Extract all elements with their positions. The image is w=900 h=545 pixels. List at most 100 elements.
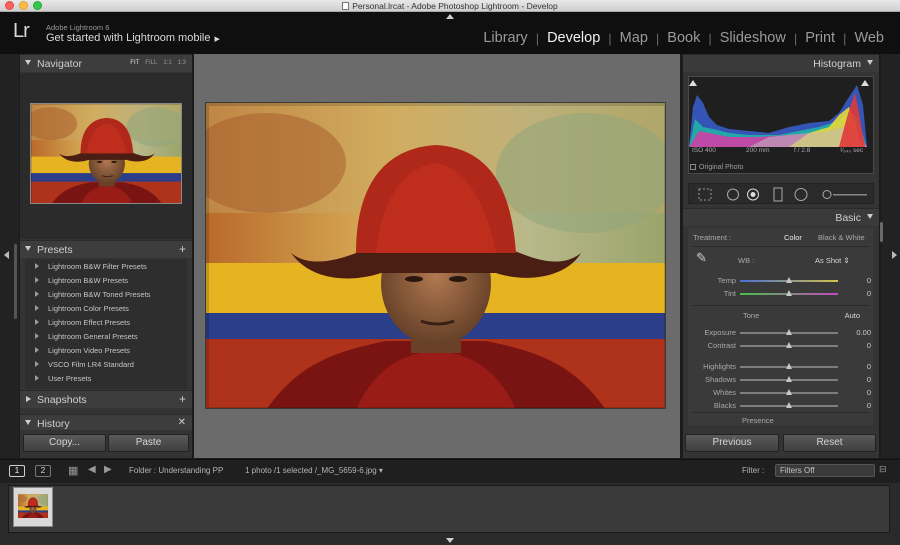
basic-header[interactable]: Basic xyxy=(683,208,879,226)
zoom-1-1[interactable]: 1:1 xyxy=(163,60,171,66)
folder-triangle-icon xyxy=(35,291,39,297)
module-slideshow[interactable]: Slideshow xyxy=(712,30,794,46)
navigator-preview[interactable] xyxy=(20,73,192,239)
eyedropper-icon[interactable]: ✎ xyxy=(696,250,707,266)
zoom-fit[interactable]: FIT xyxy=(130,60,139,66)
preset-folder[interactable]: User Presets xyxy=(25,372,187,386)
collapse-right-panel-icon[interactable] xyxy=(892,251,897,259)
previous-button[interactable]: Previous xyxy=(685,434,779,452)
module-develop[interactable]: Develop xyxy=(539,30,608,46)
slider-shadows[interactable]: Shadows 0 xyxy=(688,375,874,385)
tint-slider[interactable]: Tint 0 xyxy=(688,289,874,299)
disclosure-triangle-icon xyxy=(25,60,31,65)
slider-thumb[interactable] xyxy=(786,329,792,335)
preset-folder[interactable]: Lightroom Video Presets xyxy=(25,344,187,358)
preset-folder[interactable]: Lightroom B&W Presets xyxy=(25,274,187,288)
temp-track[interactable] xyxy=(740,277,838,283)
copy-settings-button[interactable]: Copy... xyxy=(23,434,106,452)
left-panel: Navigator FIT FILL 1:1 1:3 Presets + Lig… xyxy=(20,54,192,458)
module-picker: Library | Develop | Map | Book | Slideshow | … xyxy=(475,30,892,46)
module-map[interactable]: Map xyxy=(612,30,656,46)
play-icon: ▶ xyxy=(214,36,220,43)
slider-whites[interactable]: Whites 0 xyxy=(688,388,874,398)
slider-thumb[interactable] xyxy=(786,389,792,395)
slider-track[interactable] xyxy=(740,363,838,369)
snapshots-header[interactable]: Snapshots + xyxy=(20,390,192,408)
slider-thumb[interactable] xyxy=(786,290,792,296)
preset-folder[interactable]: Lightroom General Presets xyxy=(25,330,187,344)
preset-folder[interactable]: Lightroom Effect Presets xyxy=(25,316,187,330)
wb-dropdown[interactable]: As Shot ⇕ xyxy=(815,256,850,265)
preset-folder[interactable]: VSCO Film LR4 Standard xyxy=(25,358,187,372)
secondary-window-toggle[interactable]: 2 xyxy=(35,465,51,477)
slider-track[interactable] xyxy=(740,329,838,335)
navigator-header[interactable]: Navigator FIT FILL 1:1 1:3 xyxy=(20,54,192,72)
folder-triangle-icon xyxy=(35,305,39,311)
auto-tone-button[interactable]: Auto xyxy=(845,311,860,320)
monk-portrait-image xyxy=(206,103,666,409)
treatment-black-white[interactable]: Black & White xyxy=(818,233,865,242)
folder-source[interactable]: Folder : Understanding PP xyxy=(129,466,223,475)
slider-thumb[interactable] xyxy=(786,402,792,408)
slider-blacks[interactable]: Blacks 0 xyxy=(688,401,874,411)
selection-info[interactable]: 1 photo /1 selected /_MG_5659-6.jpg ▾ xyxy=(245,466,383,475)
filmstrip xyxy=(0,483,900,545)
paste-settings-button[interactable]: Paste xyxy=(108,434,189,452)
slider-thumb[interactable] xyxy=(786,342,792,348)
slider-track[interactable] xyxy=(740,389,838,395)
navigator-thumbnail[interactable] xyxy=(30,103,182,204)
temp-slider[interactable]: Temp 0 xyxy=(688,276,874,286)
add-preset-icon[interactable]: + xyxy=(179,242,186,256)
slider-track[interactable] xyxy=(740,376,838,382)
presets-header[interactable]: Presets + xyxy=(20,240,192,258)
left-panel-scrollbar[interactable] xyxy=(14,244,17,319)
slider-thumb[interactable] xyxy=(786,363,792,369)
grid-icon[interactable]: ▦ xyxy=(68,464,78,477)
top-panel-toggle-icon[interactable] xyxy=(446,14,454,19)
bottom-panel-toggle-icon[interactable] xyxy=(446,538,454,543)
original-photo-checkbox[interactable]: Original Photo xyxy=(690,164,743,171)
preset-folder[interactable]: Lightroom B&W Toned Presets xyxy=(25,288,187,302)
reset-button[interactable]: Reset xyxy=(783,434,876,452)
zoom-1-3[interactable]: 1:3 xyxy=(178,60,186,66)
filter-dropdown[interactable]: Filters Off xyxy=(775,464,875,477)
history-header[interactable]: History ✕ xyxy=(20,414,192,430)
slider-track[interactable] xyxy=(740,402,838,408)
filmstrip-toolbar: 1 2 ▦ ◀ ▶ Folder : Understanding PP 1 ph… xyxy=(0,459,900,483)
histogram-graph[interactable] xyxy=(688,76,874,174)
forward-arrow-icon[interactable]: ▶ xyxy=(104,464,112,475)
slider-track[interactable] xyxy=(740,342,838,348)
main-photo[interactable] xyxy=(205,102,666,409)
slider-exposure[interactable]: Exposure 0.00 xyxy=(688,328,874,338)
main-window-toggle[interactable]: 1 xyxy=(9,465,25,477)
filter-lock-icon[interactable]: ⊟ xyxy=(879,464,887,475)
disclosure-triangle-icon xyxy=(25,246,31,251)
collapse-left-panel-icon[interactable] xyxy=(4,251,9,259)
filmstrip-thumbnail[interactable] xyxy=(13,487,53,527)
folder-triangle-icon xyxy=(35,347,39,353)
module-book[interactable]: Book xyxy=(659,30,708,46)
slider-highlights[interactable]: Highlights 0 xyxy=(688,362,874,372)
tint-track[interactable] xyxy=(740,290,838,296)
add-snapshot-icon[interactable]: + xyxy=(179,392,186,406)
preset-folder[interactable]: Lightroom Color Presets xyxy=(25,302,187,316)
histogram-plot xyxy=(689,80,869,147)
folder-triangle-icon xyxy=(35,319,39,325)
slider-thumb[interactable] xyxy=(786,277,792,283)
clear-history-icon[interactable]: ✕ xyxy=(178,417,186,428)
module-library[interactable]: Library xyxy=(475,30,535,46)
window-title: Personal.lrcat - Adobe Photoshop Lightro… xyxy=(0,1,900,11)
module-web[interactable]: Web xyxy=(846,30,892,46)
slider-thumb[interactable] xyxy=(786,376,792,382)
preset-folder[interactable]: Lightroom B&W Filter Presets xyxy=(25,260,187,274)
histogram-header[interactable]: Histogram xyxy=(683,54,879,72)
right-panel-edge xyxy=(881,54,900,458)
disclosure-triangle-icon xyxy=(26,396,31,402)
module-print[interactable]: Print xyxy=(797,30,843,46)
zoom-fill[interactable]: FILL xyxy=(145,60,157,66)
treatment-color[interactable]: Color xyxy=(784,233,802,242)
lightroom-mobile-link[interactable]: Get started with Lightroom mobile ▶ xyxy=(46,32,220,44)
back-arrow-icon[interactable]: ◀ xyxy=(88,464,96,475)
slider-contrast[interactable]: Contrast 0 xyxy=(688,341,874,351)
right-panel-scrollbar[interactable] xyxy=(880,222,883,242)
